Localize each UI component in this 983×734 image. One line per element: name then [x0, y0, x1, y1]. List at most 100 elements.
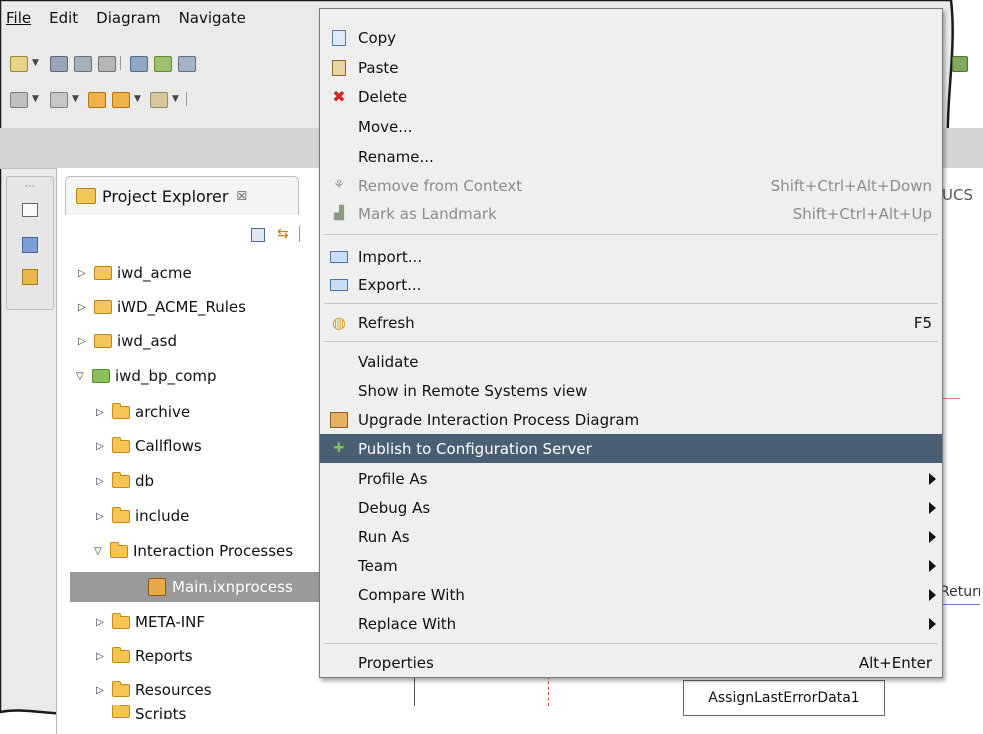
tree-item-iwd-acme-rules[interactable]: ▷ iWD_ACME_Rules: [78, 292, 246, 322]
expand-arrow-icon[interactable]: ▷: [78, 268, 94, 279]
expand-arrow-icon[interactable]: ▷: [96, 511, 112, 522]
outline-icon[interactable]: [22, 237, 38, 253]
new-icon[interactable]: [10, 56, 28, 72]
menu-item-replace-with[interactable]: Replace With: [320, 609, 942, 638]
prev-dropdown-icon[interactable]: ▼: [72, 94, 79, 104]
run-config-icon[interactable]: [130, 56, 148, 72]
folder-icon: [112, 506, 130, 523]
collapse-all-icon[interactable]: [251, 228, 265, 242]
folder-icon: [112, 646, 130, 663]
menu-item-show-in-remote-systems[interactable]: Show in Remote Systems view: [320, 376, 942, 405]
new-dropdown-icon[interactable]: ▼: [32, 58, 39, 68]
process-file-icon: [148, 578, 166, 596]
project-explorer-tab[interactable]: Project Explorer ☒: [65, 176, 299, 215]
menu-separator: [324, 303, 938, 304]
collapse-arrow-icon[interactable]: ▽: [94, 546, 110, 557]
menu-item-export[interactable]: Export...: [320, 270, 942, 299]
menu-item-delete[interactable]: ✖ Delete: [320, 82, 942, 111]
minimized-views-strip: ⋯: [6, 176, 54, 310]
menu-item-publish-to-config-server[interactable]: ✚ Publish to Configuration Server: [320, 434, 942, 463]
tree-item-archive[interactable]: ▷ archive: [96, 397, 190, 427]
project-icon: [92, 369, 110, 383]
return-label: Return: [940, 584, 980, 600]
project-icon: [94, 334, 112, 348]
tree-item-scripts[interactable]: Scripts: [96, 705, 186, 719]
menu-item-debug-as[interactable]: Debug As: [320, 493, 942, 522]
submenu-arrow-icon: [929, 501, 936, 514]
restore-icon[interactable]: [22, 203, 38, 217]
refresh-icon: ◍: [332, 313, 346, 332]
gear-run-icon[interactable]: [154, 56, 172, 72]
project-explorer-icon: [76, 188, 96, 204]
menu-item-compare-with[interactable]: Compare With: [320, 580, 942, 609]
next-dropdown-icon[interactable]: ▼: [32, 94, 39, 104]
ucs-label: UCS: [942, 186, 973, 204]
frame-line: [414, 676, 415, 706]
menu-item-copy[interactable]: Copy: [320, 23, 942, 52]
forward-dropdown-icon[interactable]: ▼: [172, 94, 179, 104]
tool-icon[interactable]: [178, 56, 196, 72]
menu-file[interactable]: File: [0, 9, 41, 27]
menu-navigate[interactable]: Navigate: [171, 9, 256, 27]
tree-item-db[interactable]: ▷ db: [96, 466, 154, 496]
expand-arrow-icon[interactable]: ▷: [78, 302, 94, 313]
expand-arrow-icon[interactable]: ▷: [96, 476, 112, 487]
prev-annotation-icon[interactable]: [50, 92, 68, 108]
project-icon: [94, 266, 112, 280]
menu-item-team[interactable]: Team: [320, 551, 942, 580]
tree-item-reports[interactable]: ▷ Reports: [96, 641, 193, 671]
close-icon[interactable]: ☒: [236, 189, 247, 203]
print-icon[interactable]: [98, 56, 116, 72]
folder-icon: [112, 680, 130, 697]
expand-arrow-icon[interactable]: ▷: [96, 407, 112, 418]
properties-view-icon[interactable]: [22, 269, 38, 285]
folder-icon: [112, 402, 130, 419]
expand-arrow-icon[interactable]: ▷: [96, 685, 112, 696]
tree-item-include[interactable]: ▷ include: [96, 501, 189, 531]
menu-edit[interactable]: Edit: [41, 9, 88, 27]
menu-separator: [324, 341, 938, 342]
expand-arrow-icon[interactable]: ▷: [96, 441, 112, 452]
menu-diagram[interactable]: Diagram: [88, 9, 170, 27]
diagram-node[interactable]: AssignLastErrorData1: [683, 680, 885, 716]
tree-item-callflows[interactable]: ▷ Callflows: [96, 431, 202, 461]
next-annotation-icon[interactable]: [10, 92, 28, 108]
menu-item-upgrade-diagram[interactable]: Upgrade Interaction Process Diagram: [320, 405, 942, 434]
context-menu: Copy Paste ✖ Delete Move... Rename... ⚘ …: [319, 8, 943, 678]
menu-item-import[interactable]: Import...: [320, 242, 942, 271]
save-all-icon[interactable]: [74, 56, 92, 72]
menu-item-mark-as-landmark: ▟ Mark as Landmark Shift+Ctrl+Alt+Up: [320, 199, 942, 228]
back-dropdown-icon[interactable]: ▼: [134, 94, 141, 104]
tree-item-main-ixnprocess[interactable]: Main.ixnprocess: [148, 572, 293, 602]
menu-item-validate[interactable]: Validate: [320, 347, 942, 376]
forward-icon[interactable]: [150, 92, 168, 108]
tree-item-iwd-bp-comp[interactable]: ▽ iwd_bp_comp: [76, 361, 217, 391]
toolbar-separator: [186, 92, 187, 106]
tree-item-interaction-processes[interactable]: ▽ Interaction Processes: [94, 536, 319, 566]
menu-item-rename[interactable]: Rename...: [320, 142, 942, 171]
folder-icon: [112, 471, 130, 488]
tree-item-meta-inf[interactable]: ▷ META-INF: [96, 607, 205, 637]
back-icon[interactable]: [112, 92, 130, 108]
folder-icon: [112, 705, 130, 718]
menu-item-run-as[interactable]: Run As: [320, 522, 942, 551]
tree-item-resources[interactable]: ▷ Resources: [96, 675, 212, 705]
last-edit-icon[interactable]: [88, 92, 106, 108]
menu-item-paste[interactable]: Paste: [320, 53, 942, 82]
menu-item-profile-as[interactable]: Profile As: [320, 464, 942, 493]
expand-arrow-icon[interactable]: ▷: [96, 651, 112, 662]
link-editor-icon[interactable]: ⇆: [277, 226, 289, 242]
expand-arrow-icon[interactable]: ▷: [96, 617, 112, 628]
menu-item-refresh[interactable]: ◍ Refresh F5: [320, 308, 942, 337]
menu-item-properties[interactable]: Properties Alt+Enter: [320, 648, 942, 677]
project-explorer-title: Project Explorer: [102, 186, 229, 206]
menu-item-move[interactable]: Move...: [320, 112, 942, 141]
save-icon[interactable]: [50, 56, 68, 72]
toolbar-separator: [120, 56, 121, 70]
tree-item-iwd-acme[interactable]: ▷ iwd_acme: [78, 258, 192, 288]
connector-line: [940, 398, 960, 399]
collapse-arrow-icon[interactable]: ▽: [76, 371, 92, 382]
expand-arrow-icon[interactable]: ▷: [78, 336, 94, 347]
perspective-icon[interactable]: [952, 56, 968, 72]
tree-item-iwd-asd[interactable]: ▷ iwd_asd: [78, 326, 177, 356]
